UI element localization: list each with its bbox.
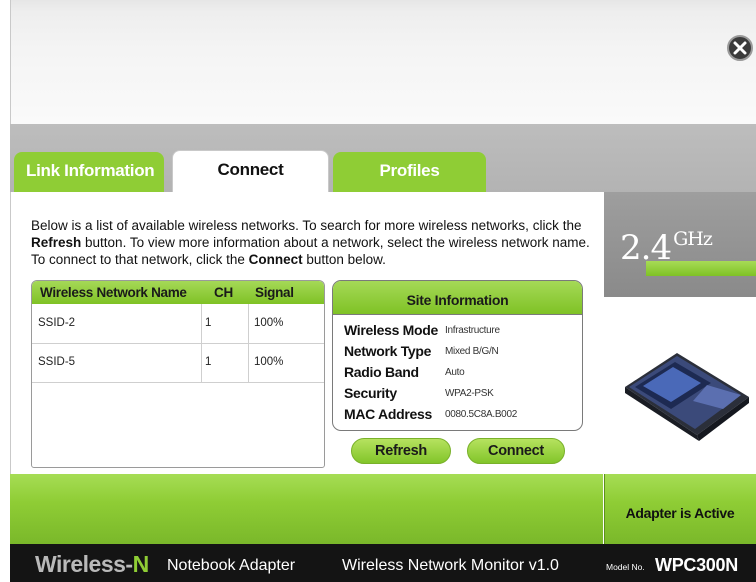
intro-text-1: Below is a list of available wireless ne… [31,218,582,233]
network-signal-cell: 100% [254,356,284,368]
network-signal-cell: 100% [254,317,284,329]
network-ch-cell: 1 [205,356,212,368]
frequency-number: 2.4 [620,228,672,268]
window-left-edge [0,0,10,582]
site-info-row: Security WPA2-PSK [344,385,580,405]
site-info-value: WPA2-PSK [445,388,494,399]
brand-wireless-n: Wireless-N [35,551,149,578]
column-header-name[interactable]: Wireless Network Name [40,285,187,300]
site-info-row: Network Type Mixed B/G/N [344,343,580,363]
window-header [10,0,756,124]
site-info-value: Mixed B/G/N [445,346,499,357]
product-type: Notebook Adapter [167,557,296,574]
site-info-label: Security [344,385,397,401]
tab-link-information[interactable]: Link Information [14,152,164,192]
site-info-label: Network Type [344,343,432,359]
column-header-ch[interactable]: CH [214,285,233,300]
site-info-row: MAC Address 0080.5C8A.B002 [344,406,580,426]
tab-profiles[interactable]: Profiles [333,152,486,192]
table-row[interactable]: SSID-2 1 100% [32,305,324,344]
intro-text-3: button below. [302,252,386,267]
site-info-row: Radio Band Auto [344,364,580,384]
footer-bar: Wireless-N Notebook Adapter Wireless Net… [10,544,756,582]
app-title: Wireless Network Monitor v1.0 [342,557,559,574]
tab-connect[interactable]: Connect [172,150,329,192]
table-row[interactable]: SSID-5 1 100% [32,344,324,383]
site-info-label: MAC Address [344,406,432,422]
instructions-text: Below is a list of available wireless ne… [31,217,596,268]
network-ch-cell: 1 [205,317,212,329]
brand-n: N [132,551,150,577]
intro-connect-word: Connect [248,252,303,267]
adapter-status-text: Adapter is Active [625,505,735,521]
brand-wireless: Wireless- [35,551,133,577]
site-info-value: Infrastructure [445,325,500,336]
network-list-panel: Wireless Network Name CH Signal SSID-2 1… [31,280,325,468]
pc-card-adapter-image [625,353,749,441]
site-information-title: Site Information [333,281,582,315]
site-info-label: Wireless Mode [344,322,439,338]
site-info-row: Wireless Mode Infrastructure [344,322,580,342]
site-info-value: 0080.5C8A.B002 [445,409,517,420]
network-name-cell: SSID-2 [38,317,76,329]
site-info-label: Radio Band [344,364,419,380]
column-header-signal[interactable]: Signal [255,285,294,300]
network-list-header: Wireless Network Name CH Signal [32,281,324,304]
refresh-button[interactable]: Refresh [351,438,451,464]
bottom-green-bar [10,474,603,544]
network-name-cell: SSID-5 [38,356,76,368]
close-button[interactable] [727,35,753,61]
model-no-label: Model No. [606,562,645,572]
frequency-label: 2.4 GHz [620,228,713,268]
close-icon [733,41,747,55]
model-number: WPC300N [655,555,738,575]
intro-refresh-word: Refresh [31,235,82,250]
site-info-value: Auto [445,367,465,378]
connect-button[interactable]: Connect [467,438,565,464]
site-information-panel: Site Information Wireless Mode Infrastru… [332,280,583,431]
frequency-unit: GHz [673,228,713,250]
